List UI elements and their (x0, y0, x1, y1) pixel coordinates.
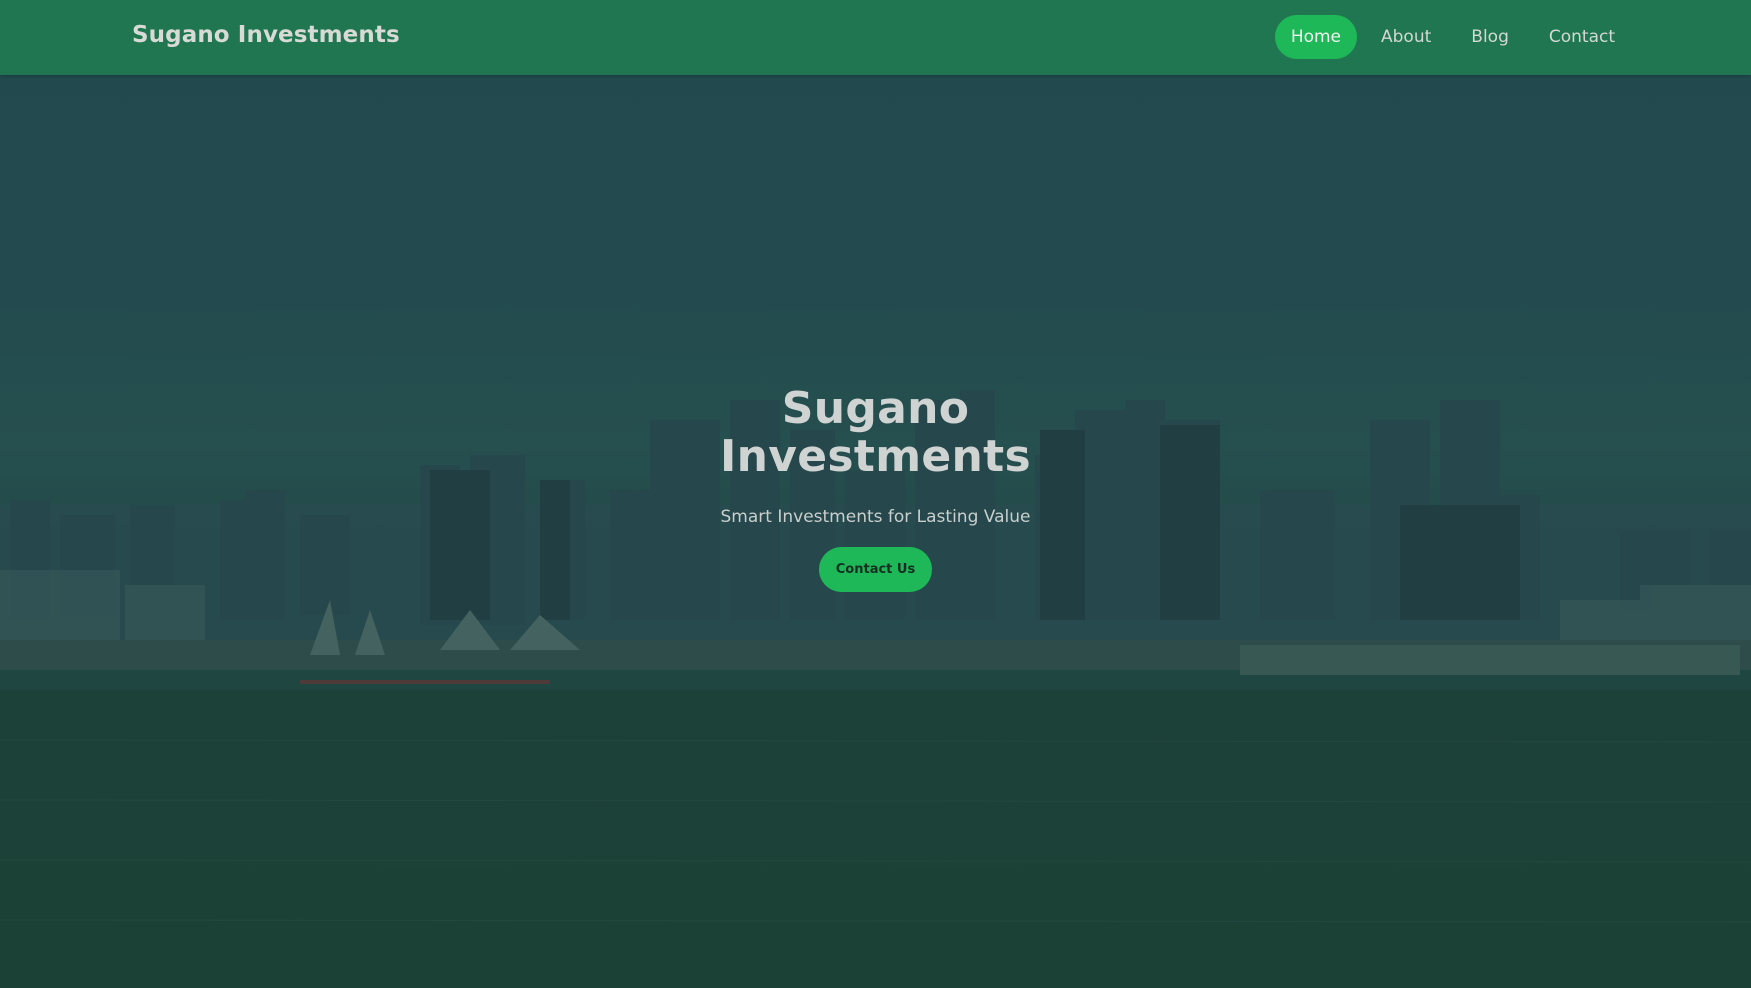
hero-content: Sugano Investments Smart Investments for… (0, 385, 1751, 592)
page: Sugano Investments Home About Blog Conta… (0, 0, 1751, 988)
contact-us-button[interactable]: Contact Us (818, 547, 933, 592)
hero-subtitle: Smart Investments for Lasting Value (720, 507, 1031, 527)
navbar: Sugano Investments Home About Blog Conta… (0, 0, 1751, 75)
brand-logo-text[interactable]: Sugano Investments (132, 22, 400, 48)
hero-title: Sugano Investments (720, 383, 1031, 482)
nav-link-contact[interactable]: Contact (1533, 15, 1631, 59)
nav-link-home[interactable]: Home (1274, 15, 1358, 59)
nav-link-blog[interactable]: Blog (1455, 15, 1525, 59)
nav-links: Home About Blog Contact (1267, 15, 1631, 59)
nav-link-about[interactable]: About (1365, 15, 1447, 59)
